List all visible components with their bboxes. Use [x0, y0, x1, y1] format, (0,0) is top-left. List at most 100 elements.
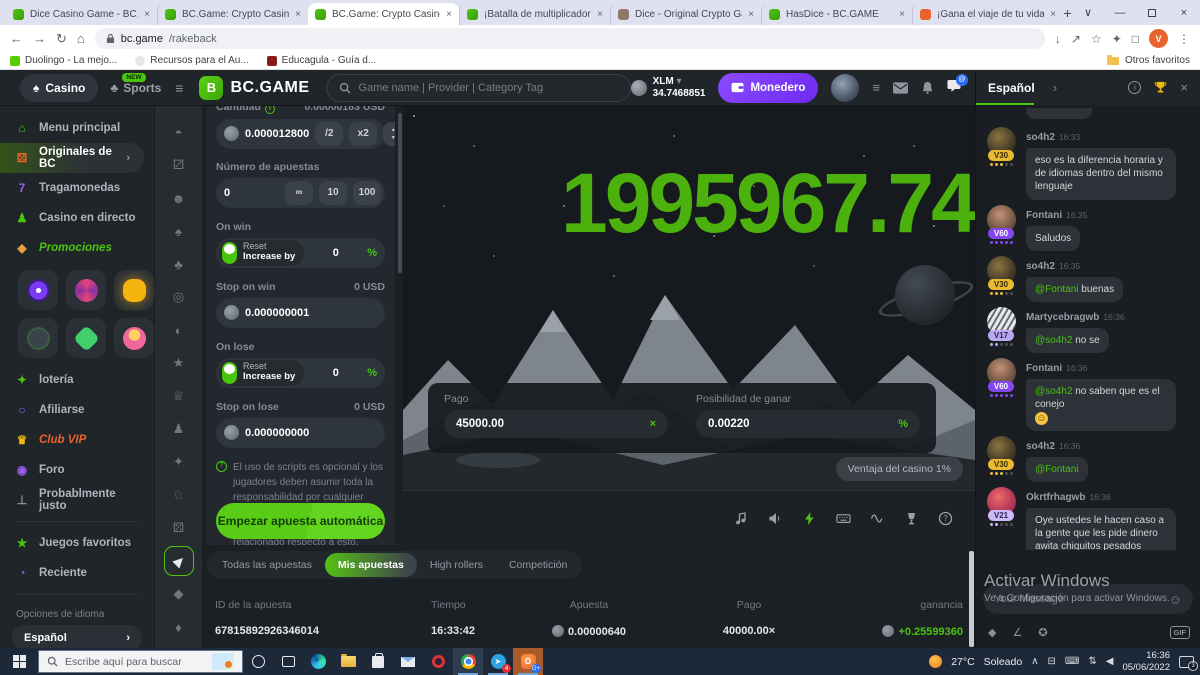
- browser-tab[interactable]: BC.Game: Crypto Casino Games×: [157, 3, 308, 25]
- promo-tile-wheel[interactable]: [66, 270, 106, 310]
- music-icon[interactable]: [733, 510, 749, 526]
- win-chance-input[interactable]: 0.00220%: [696, 410, 920, 438]
- rail-game-icon[interactable]: ☻: [164, 183, 194, 213]
- tab-todas-las-apuestas[interactable]: Todas las apuestas: [209, 553, 325, 577]
- username[interactable]: Fontani: [1026, 210, 1062, 221]
- browser-profile-avatar[interactable]: V: [1149, 29, 1168, 48]
- restore-button[interactable]: [1136, 0, 1168, 25]
- minimize-button[interactable]: —: [1104, 0, 1136, 25]
- weather-widget-icon[interactable]: [212, 653, 234, 670]
- promo-tile-piggy[interactable]: [114, 270, 154, 310]
- browser-tab[interactable]: HasDice - BC.GAME×: [761, 3, 912, 25]
- username[interactable]: Martycebragwb: [1026, 312, 1099, 323]
- cortana-button[interactable]: [243, 648, 273, 675]
- url-field[interactable]: bc.game/rakeback: [95, 28, 1045, 49]
- payout-input[interactable]: 45000.00×: [444, 410, 668, 438]
- double-bet-button[interactable]: x2: [349, 122, 377, 146]
- on-win-increase-value[interactable]: 0: [304, 247, 367, 259]
- hotkeys-icon[interactable]: [835, 510, 851, 526]
- rail-game-icon[interactable]: ✦: [164, 447, 194, 477]
- list-icon[interactable]: ≡: [872, 80, 880, 95]
- tab-close-icon[interactable]: ×: [144, 9, 150, 20]
- rail-game-icon[interactable]: ♣: [164, 249, 194, 279]
- start-button[interactable]: [0, 648, 38, 675]
- sidebar-item-menu-principal[interactable]: ⌂Menu principal: [0, 113, 154, 143]
- tab-search-icon[interactable]: ∨: [1072, 0, 1104, 25]
- new-tab-button[interactable]: +: [1063, 5, 1072, 25]
- instant-bet-icon[interactable]: [801, 510, 817, 526]
- sound-icon[interactable]: [767, 510, 783, 526]
- bcgame-logo[interactable]: BBC.GAME: [199, 76, 309, 100]
- rail-game-icon[interactable]: ♦: [164, 612, 194, 642]
- task-view-button[interactable]: [273, 648, 303, 675]
- other-favorites[interactable]: Otros favoritos: [1107, 55, 1190, 66]
- username[interactable]: Okrtfrhagwb: [1026, 492, 1085, 503]
- amount-stepper[interactable]: ▲▼: [383, 122, 395, 146]
- promo-tile-tag[interactable]: [66, 318, 106, 358]
- back-icon[interactable]: ←: [10, 31, 23, 46]
- extensions-icon[interactable]: ✦: [1112, 32, 1122, 46]
- sidebar-item-foro[interactable]: ◉Foro: [0, 455, 154, 485]
- stop-win-input[interactable]: 0.000000001: [216, 298, 385, 328]
- infinity-bets-button[interactable]: ∞: [285, 181, 313, 205]
- browser-tab[interactable]: ¡Batalla de multiplicadores por e×: [459, 3, 610, 25]
- mention[interactable]: @Fontani: [1035, 284, 1079, 295]
- promo-tile-coins[interactable]: [114, 318, 154, 358]
- sidebar-item-tragamonedas[interactable]: 7Tragamonedas: [0, 173, 154, 203]
- weather-condition[interactable]: Soleado: [984, 656, 1023, 668]
- sidebar-item-promociones[interactable]: ◆Promociones: [0, 233, 154, 263]
- rules-icon[interactable]: ∠: [1012, 626, 1022, 639]
- tab-close-icon[interactable]: ×: [446, 9, 452, 20]
- file-explorer-button[interactable]: [333, 648, 363, 675]
- keyboard-icon[interactable]: ⌨: [1065, 656, 1079, 667]
- rail-game-icon[interactable]: ♘: [164, 480, 194, 510]
- bookmark-item[interactable]: Duolingo - La mejo...: [10, 55, 117, 66]
- download-icon[interactable]: ↓: [1055, 32, 1061, 46]
- side-panel-icon[interactable]: □: [1132, 32, 1139, 46]
- sidebar-item-casino-directo[interactable]: ♟Casino en directo: [0, 203, 154, 233]
- action-center-icon[interactable]: 3: [1179, 656, 1194, 668]
- volume-icon[interactable]: ◀: [1106, 656, 1114, 667]
- mail-button[interactable]: [393, 648, 423, 675]
- rail-game-icon[interactable]: ★: [164, 348, 194, 378]
- sidebar-item-reciente[interactable]: ◔Reciente: [0, 558, 154, 588]
- seed-icon[interactable]: [903, 510, 919, 526]
- sports-toggle[interactable]: NEW♣Sports: [110, 81, 161, 95]
- home-icon[interactable]: ⌂: [77, 31, 85, 46]
- mail-icon[interactable]: [893, 82, 908, 94]
- help-icon[interactable]: ?: [937, 510, 953, 526]
- rail-game-icon[interactable]: ◎: [164, 282, 194, 312]
- trends-icon[interactable]: [869, 510, 885, 526]
- sidebar-item-loteria[interactable]: ✦lotería: [0, 365, 154, 395]
- wallet-button[interactable]: Monedero: [718, 73, 818, 103]
- page-scrollbar[interactable]: [969, 551, 974, 647]
- rail-game-icon[interactable]: ♟: [164, 414, 194, 444]
- browser-tab[interactable]: ¡Gana el viaje de tu vida! – 25 an×: [912, 3, 1063, 25]
- num-bets-input[interactable]: 0 ∞ 10 100: [216, 178, 385, 208]
- bet-amount-input[interactable]: 0.000012800 /2 x2 ▲▼: [216, 119, 385, 149]
- tab-mis-apuestas[interactable]: Mis apuestas: [325, 553, 417, 577]
- mention[interactable]: @Fontani: [1035, 464, 1079, 475]
- tab-close-icon[interactable]: ×: [597, 9, 603, 20]
- network-icon[interactable]: ⇅: [1088, 656, 1096, 667]
- tab-close-icon[interactable]: ×: [899, 9, 905, 20]
- chat-rules-icon[interactable]: i: [1128, 81, 1141, 94]
- bookmark-item[interactable]: Educagula - Guía d...: [267, 55, 377, 66]
- casino-toggle[interactable]: ♠Casino: [20, 74, 98, 102]
- username[interactable]: so4h2: [1026, 441, 1055, 452]
- rail-game-icon[interactable]: ♕: [164, 381, 194, 411]
- mention[interactable]: @so4h2: [1035, 386, 1072, 397]
- sidebar-item-club-vip[interactable]: ♛Club VIP: [0, 425, 154, 455]
- taskbar-search[interactable]: Escribe aquí para buscar: [38, 650, 243, 673]
- tab-high-rollers[interactable]: High rollers: [417, 553, 496, 577]
- username[interactable]: so4h2: [1026, 261, 1055, 272]
- rail-game-icon[interactable]: ◐: [164, 315, 194, 345]
- browser-menu-icon[interactable]: ⋮: [1178, 32, 1190, 46]
- rail-game-icon[interactable]: ◓: [164, 117, 194, 147]
- promo-tile-target[interactable]: [18, 270, 58, 310]
- forward-icon[interactable]: →: [33, 31, 46, 46]
- panel-scrollbar[interactable]: [398, 113, 402, 273]
- rail-game-icon[interactable]: ♠: [164, 216, 194, 246]
- hundred-bets-button[interactable]: 100: [353, 181, 381, 205]
- tab-close-icon[interactable]: ×: [295, 9, 301, 20]
